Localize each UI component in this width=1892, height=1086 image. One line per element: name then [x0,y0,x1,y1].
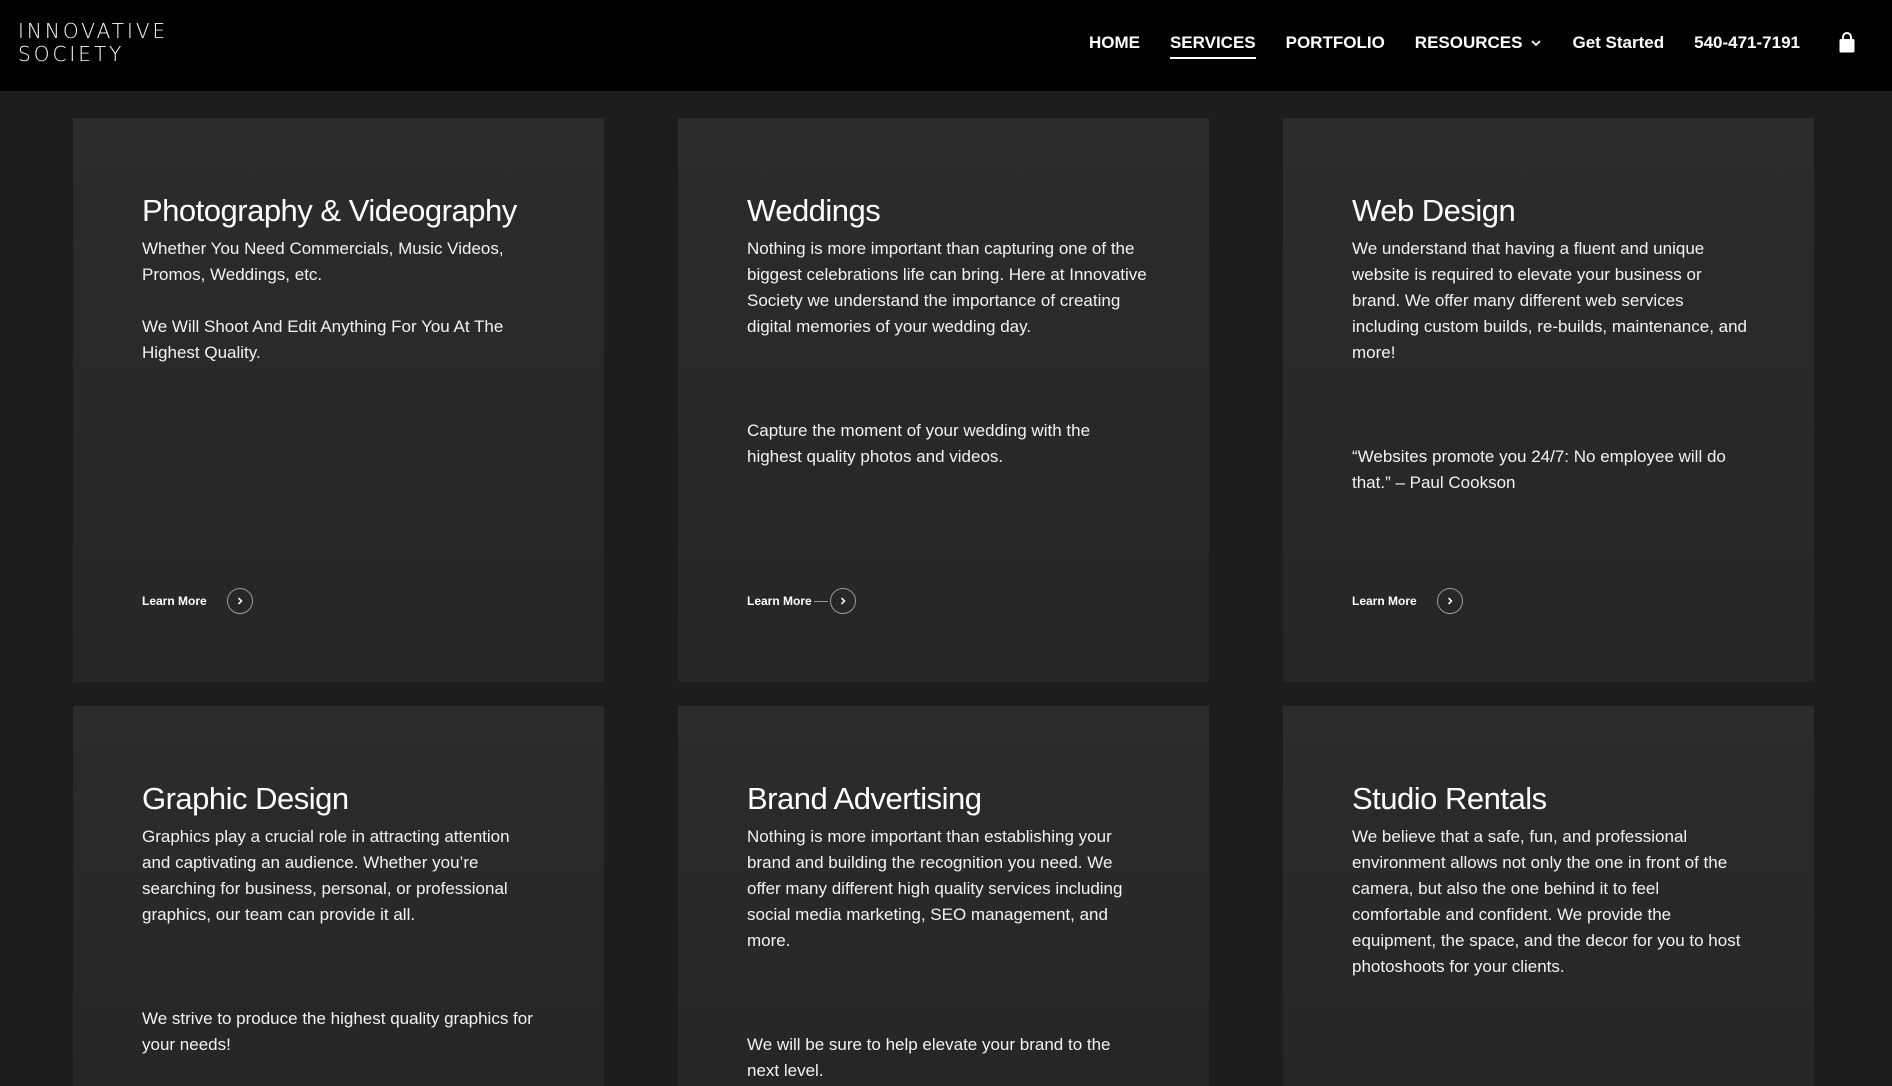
card-title: Web Design [1352,193,1516,228]
card-tagline: Capture the moment of your wedding with … [747,421,1091,466]
card-description: Graphics play a crucial role in attracti… [142,827,510,924]
learn-more-link[interactable]: Learn More [1352,588,1463,614]
nav-resources-label: RESOURCES [1414,33,1523,52]
site-header: INNOVATIVE SOCIETY HOME SERVICES PORTFOL… [0,0,1892,91]
logo-line-1: INNOVATIVE [18,19,169,43]
service-card-graphic-design: Graphic Design Graphics play a crucial r… [73,706,604,1086]
main-nav: HOME SERVICES PORTFOLIO RESOURCES Get St… [1059,0,1892,86]
arrow-right-circle-icon [226,588,253,614]
service-card-photography: Photography & Videography Whether You Ne… [73,118,604,682]
card-tagline: We Will Shoot And Edit Anything For You … [142,317,504,362]
card-title: Weddings [747,193,881,228]
nav-resources[interactable]: RESOURCES [1415,33,1543,53]
arrow-right-circle-icon [1436,588,1463,614]
card-title: Graphic Design [142,781,349,816]
divider [209,601,223,602]
card-description: We understand that having a fluent and u… [1352,239,1748,362]
card-description: Nothing is more important than capturing… [747,239,1147,336]
card-quote: “Websites promote you 24/7: No employee … [1352,447,1726,492]
arrow-right-circle-icon [829,588,856,614]
card-title: Studio Rentals [1352,781,1547,816]
nav-services[interactable]: SERVICES [1169,33,1256,59]
service-card-weddings: Weddings Nothing is more important than … [678,118,1209,682]
service-card-web-design: Web Design We understand that having a f… [1283,118,1814,682]
divider [813,600,828,602]
learn-more-link[interactable]: Learn More [747,588,856,614]
chevron-down-icon [1531,40,1542,47]
card-tagline: We strive to produce the highest quality… [142,1009,533,1054]
learn-more-label: Learn More [142,594,207,608]
shopping-bag-icon[interactable] [1838,32,1856,54]
learn-more-link[interactable]: Learn More [142,588,253,614]
card-description: Whether You Need Commercials, Music Vide… [142,239,504,284]
nav-phone[interactable]: 540-471-7191 [1694,33,1800,53]
logo-line-2: SOCIETY [18,42,125,66]
learn-more-label: Learn More [1352,594,1417,608]
nav-get-started[interactable]: Get Started [1572,33,1664,53]
card-tagline: We will be sure to help elevate your bra… [747,1035,1111,1080]
card-title: Brand Advertising [747,781,982,816]
nav-home[interactable]: HOME [1089,33,1140,53]
nav-portfolio[interactable]: PORTFOLIO [1286,33,1385,53]
site-logo[interactable]: INNOVATIVE SOCIETY [18,20,168,66]
card-description: Nothing is more important than establish… [747,827,1123,950]
service-card-studio-rentals: Studio Rentals We believe that a safe, f… [1283,706,1814,1086]
card-description: We believe that a safe, fun, and profess… [1352,827,1741,976]
card-title: Photography & Videography [142,193,517,228]
divider [1419,601,1433,602]
service-card-brand-advertising: Brand Advertising Nothing is more import… [678,706,1209,1086]
learn-more-label: Learn More [747,594,812,608]
